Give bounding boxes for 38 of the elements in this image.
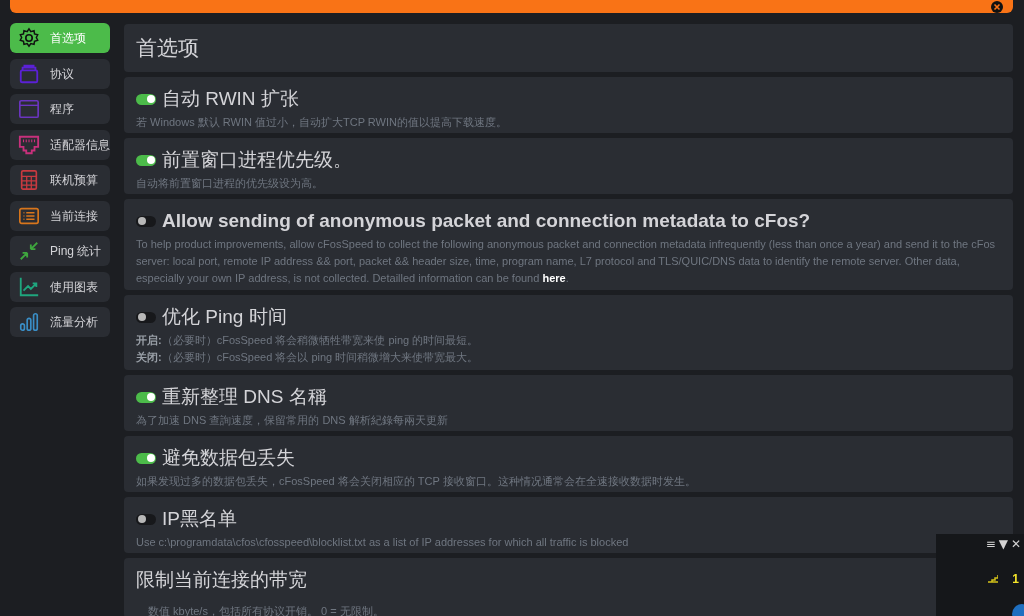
setting-description: 数值 kbyte/s，包括所有协议开销。 0 = 无限制。	[148, 603, 384, 616]
setting-title: 限制当前连接的带宽	[136, 568, 307, 592]
setting-title: 避免数据包丢失	[162, 446, 295, 470]
toggle-switch[interactable]	[136, 452, 156, 464]
setting-description: Use c:\programdata\cfos\cfosspeed\blocklist.txt as a list of IP addresses for which all traffic is blocked	[136, 534, 629, 550]
sidebar-item[interactable]: 当前连接	[10, 200, 110, 231]
setting-title: Allow sending of anonymous packet and connection metadata to cFos?	[162, 209, 811, 233]
menu-icon[interactable]: ≡	[985, 538, 996, 550]
close-icon[interactable]	[991, 0, 1003, 13]
toggle-switch[interactable]	[136, 154, 156, 166]
setting-title: IP黑名单	[162, 507, 237, 531]
toggle-switch[interactable]	[136, 311, 156, 323]
caret-icon[interactable]: ▼	[998, 538, 1008, 550]
close-icon[interactable]: ✕	[1010, 538, 1021, 550]
toggle-switch[interactable]	[136, 391, 156, 403]
setting-title: 自动 RWIN 扩张	[162, 87, 299, 111]
setting-description: 若 Windows 默认 RWIN 值过小，自动扩大TCP RWIN的值以提高下载速度。	[136, 114, 507, 130]
setting-title: 前置窗口进程优先级。	[162, 148, 352, 172]
info-link[interactable]: here	[542, 271, 566, 284]
sidebar-item[interactable]: Ping 统计	[10, 236, 110, 266]
sidebar-item[interactable]: 流量分析	[10, 307, 110, 337]
sidebar-item[interactable]: 联机预算	[10, 165, 110, 195]
toggle-switch[interactable]	[136, 93, 156, 105]
setting-description: 关闭:（必要时）cFosSpeed 将会以 ping 时间稍微增大来使带宽最大。	[136, 349, 479, 365]
count-label: 1	[1012, 571, 1019, 588]
sidebar-item[interactable]: 协议	[10, 58, 110, 89]
page-title: 首选项	[124, 24, 1013, 72]
toggle-switch[interactable]	[136, 215, 156, 227]
setting-title: 重新整理 DNS 名稱	[162, 385, 327, 409]
setting-title: 优化 Ping 时间	[162, 305, 287, 329]
signal-icon	[988, 575, 999, 583]
sidebar-item[interactable]: 适配器信息	[10, 129, 110, 160]
setting-description: 自动将前置窗口进程的优先级设为高。	[136, 175, 323, 191]
toggle-switch[interactable]	[136, 513, 156, 525]
sidebar-item[interactable]: 使用图表	[10, 271, 110, 302]
setting-description: 开启:（必要时）cFosSpeed 将会稍微牺牲带宽来使 ping 的时间最短。	[136, 332, 479, 348]
setting-description: To help product improvements, allow cFosSpeed to collect the following anonymous packet and connection metadata infrequently (less than once a year) and send it to the cFos server: local port, remote IP address && port, packet && header size, time, program name, L7 protocol and TLS/QUIC/DNS data to identify the remote server. Other data, especially your own IP address, is not collected. Detailled information can be found here.	[136, 236, 997, 286]
sidebar-item[interactable]: 程序	[10, 94, 110, 124]
